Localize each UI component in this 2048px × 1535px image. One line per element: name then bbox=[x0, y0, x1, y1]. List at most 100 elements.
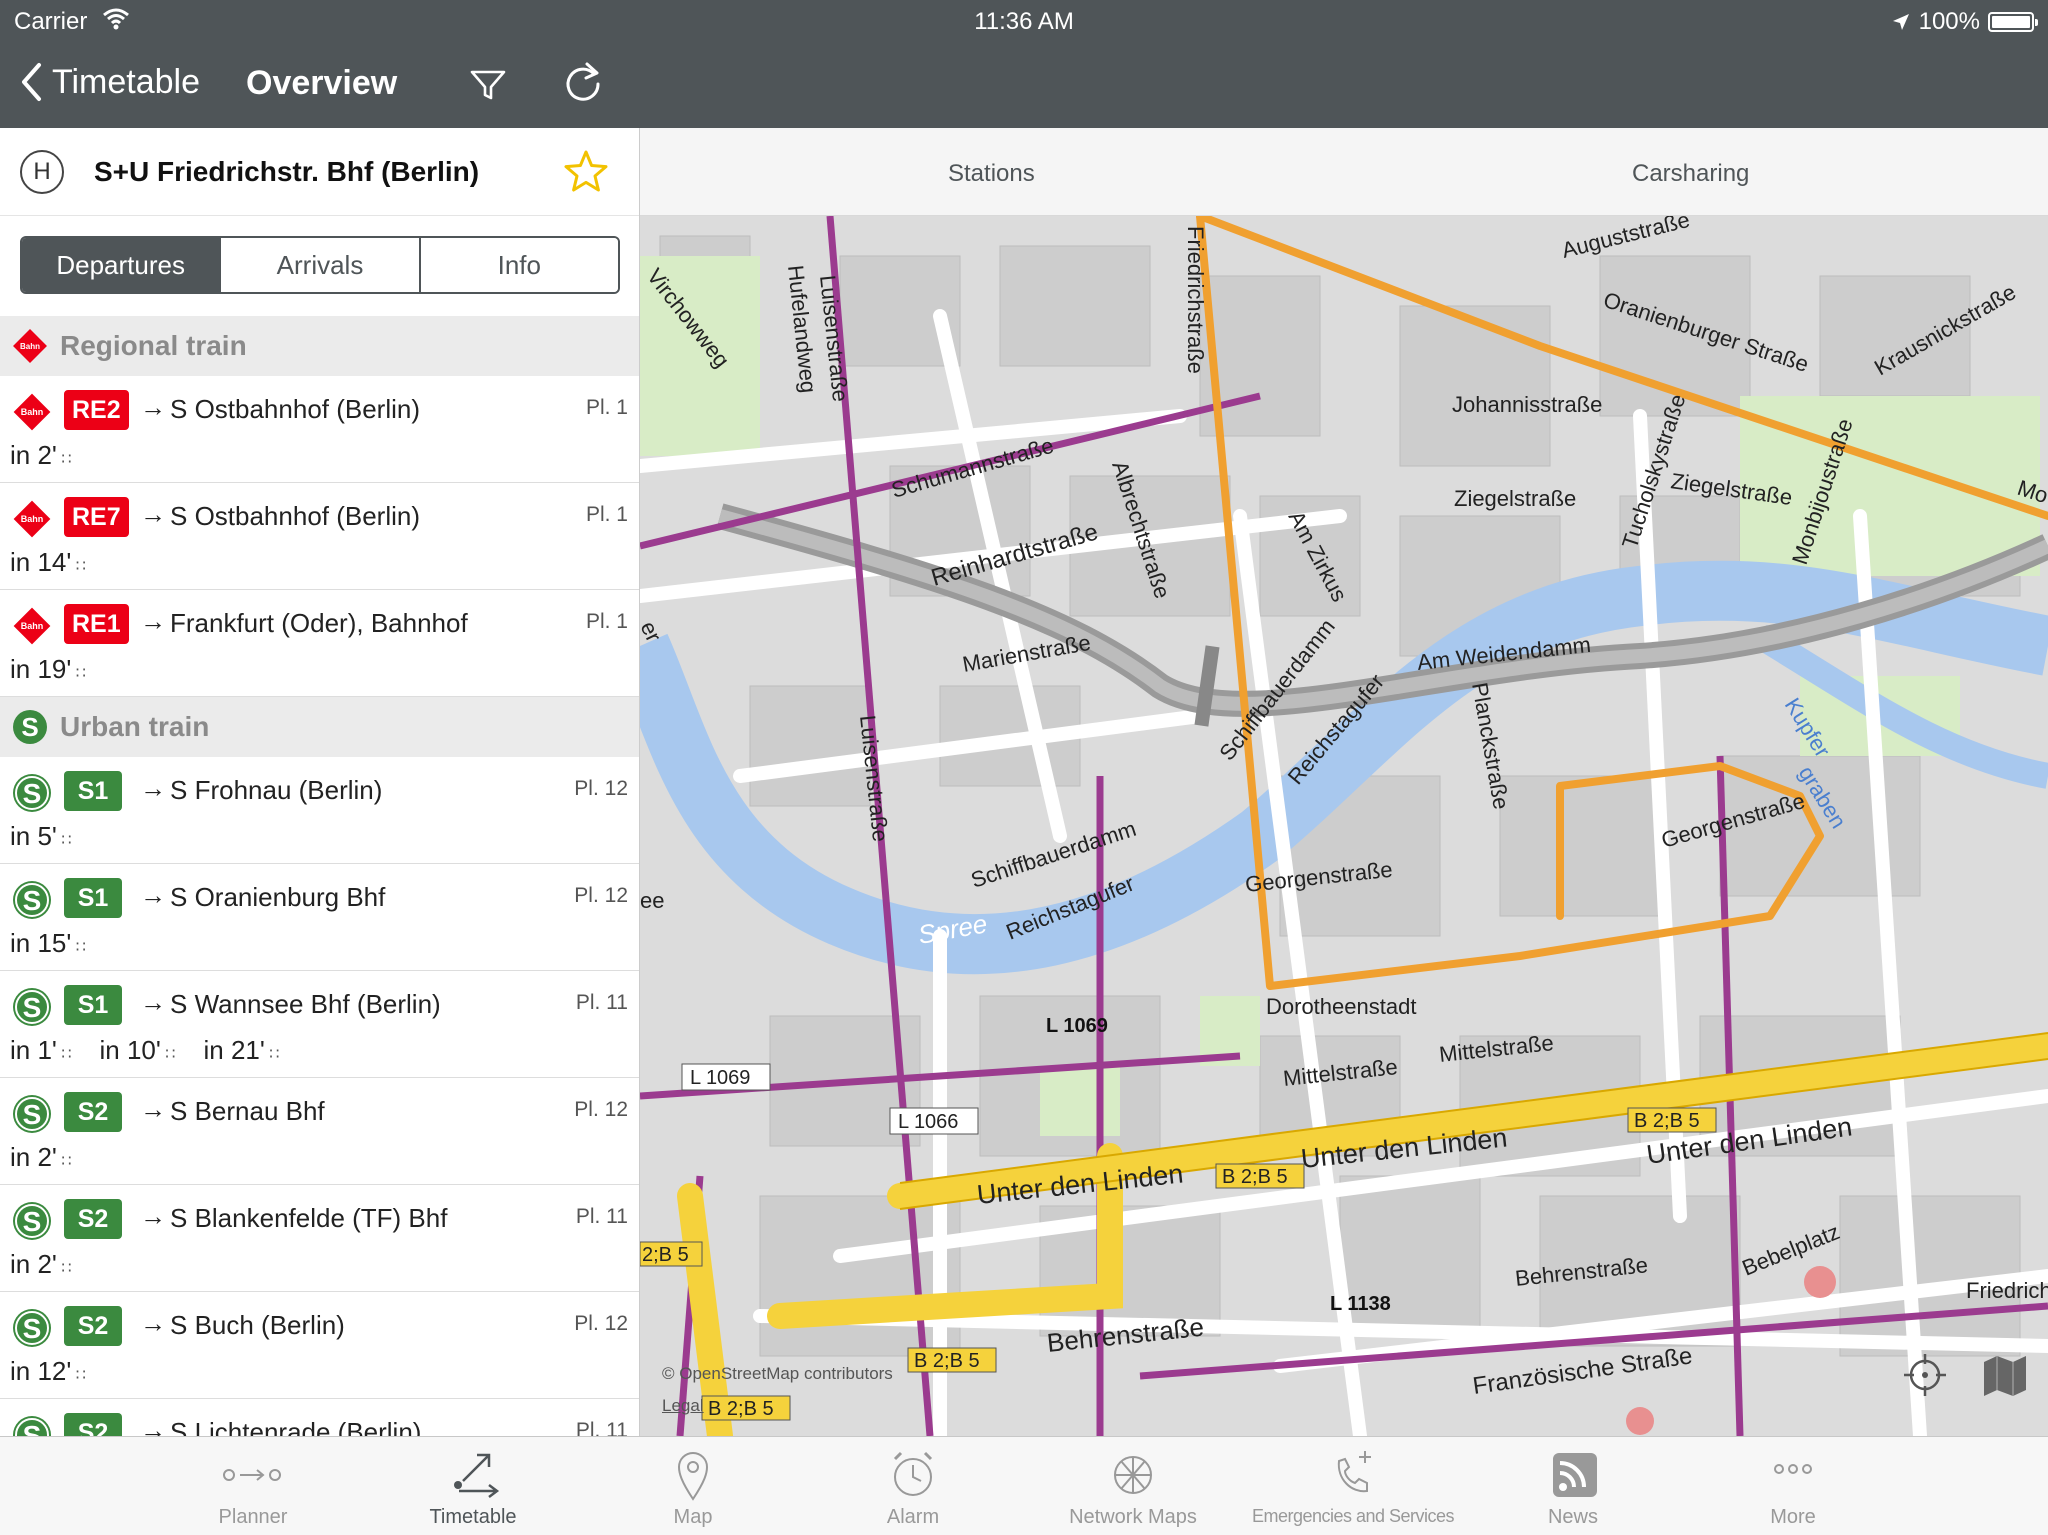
sbahn-logo-icon: S bbox=[13, 1202, 51, 1240]
tab-alarm[interactable]: Alarm bbox=[803, 1437, 1023, 1535]
db-logo-icon: Bahn bbox=[13, 500, 51, 538]
tab-more[interactable]: More bbox=[1683, 1437, 1903, 1535]
tab-news[interactable]: News bbox=[1463, 1437, 1683, 1535]
line-badge: RE1 bbox=[64, 604, 129, 644]
tab-label: Planner bbox=[218, 1506, 288, 1528]
departure-row[interactable]: Bahn RE2 → S Ostbahnhof (Berlin) Pl. 1 i… bbox=[0, 376, 639, 483]
svg-text:S: S bbox=[23, 1420, 42, 1436]
tab-emergencies[interactable]: Emergencies and Services bbox=[1243, 1437, 1463, 1535]
departure-row[interactable]: S S1 → S Oranienburg Bhf Pl. 12 in 15' bbox=[0, 864, 639, 971]
timetable-panel: H S+U Friedrichstr. Bhf (Berlin) Departu… bbox=[0, 128, 640, 1436]
destination: S Wannsee Bhf (Berlin) bbox=[170, 989, 441, 1019]
tab-label: Alarm bbox=[886, 1506, 940, 1528]
line-badge: RE7 bbox=[64, 497, 129, 537]
arrow-right-icon: → bbox=[140, 1415, 166, 1436]
line-badge: S2 bbox=[64, 1306, 122, 1346]
svg-text:S: S bbox=[23, 778, 42, 809]
tab-planner[interactable]: Planner bbox=[143, 1437, 363, 1535]
platform: Pl. 1 bbox=[585, 396, 628, 419]
departure-time: in 2' bbox=[10, 1249, 72, 1280]
sbahn-logo-icon: S bbox=[13, 1095, 51, 1133]
platform: Pl. 12 bbox=[574, 1098, 628, 1121]
departure-list: Bahn Regional train Bahn RE2 → S Ostbahn… bbox=[0, 316, 639, 1436]
segment-arrivals[interactable]: Arrivals bbox=[221, 238, 421, 292]
platform: Pl. 12 bbox=[574, 884, 628, 907]
tab-stations[interactable]: Stations bbox=[948, 160, 1035, 188]
departure-row[interactable]: S S2 → S Buch (Berlin) Pl. 12 in 12' bbox=[0, 1292, 639, 1399]
map-label: Johannisstraße bbox=[1452, 392, 1602, 417]
legal-link[interactable]: Legal bbox=[662, 1396, 704, 1416]
segment-info[interactable]: Info bbox=[420, 238, 618, 292]
svg-text:Bahn: Bahn bbox=[21, 407, 44, 417]
map-layers-icon[interactable] bbox=[1980, 1352, 2030, 1398]
map-canvas: Friedrichstraße Auguststraße Oranienburg… bbox=[640, 216, 2048, 1436]
departure-time: in 12' bbox=[10, 1356, 86, 1387]
db-logo-icon: Bahn bbox=[13, 607, 51, 645]
departure-row[interactable]: S S2 → S Bernau Bhf Pl. 12 in 2' bbox=[0, 1078, 639, 1185]
section-header-regional: Bahn Regional train bbox=[0, 316, 639, 376]
battery-icon bbox=[1988, 12, 2038, 32]
sbahn-logo-icon: S bbox=[13, 774, 51, 812]
line-badge: S2 bbox=[64, 1413, 122, 1436]
departure-time: in 2' bbox=[10, 1142, 72, 1173]
section-title: Urban train bbox=[60, 711, 210, 742]
tab-timetable[interactable]: Timetable bbox=[363, 1437, 583, 1535]
departure-time: in 15' bbox=[10, 928, 86, 959]
sbahn-logo-icon: S bbox=[13, 1416, 51, 1436]
departure-row[interactable]: Bahn RE7 → S Ostbahnhof (Berlin) Pl. 1 i… bbox=[0, 483, 639, 590]
platform: Pl. 12 bbox=[574, 1312, 628, 1335]
tab-network-maps[interactable]: Network Maps bbox=[1023, 1437, 1243, 1535]
tab-map[interactable]: Map bbox=[583, 1437, 803, 1535]
favorite-star-icon[interactable] bbox=[562, 148, 610, 196]
tab-carsharing[interactable]: Carsharing bbox=[1632, 160, 1749, 188]
platform: Pl. 1 bbox=[585, 610, 628, 633]
map-label: ee bbox=[640, 888, 664, 913]
destination: S Lichtenrade (Berlin) bbox=[170, 1417, 422, 1436]
svg-text:S: S bbox=[23, 992, 42, 1023]
destination: S Frohnau (Berlin) bbox=[170, 775, 383, 805]
nav-bar: Timetable Overview bbox=[0, 42, 2048, 128]
section-header-urban: S Urban train bbox=[0, 697, 639, 757]
destination: S Buch (Berlin) bbox=[170, 1310, 345, 1340]
road-shield: L 1069 bbox=[1046, 1015, 1108, 1037]
arrow-right-icon: → bbox=[140, 1094, 166, 1124]
departure-row[interactable]: S S1 → S Frohnau (Berlin) Pl. 12 in 5' bbox=[0, 757, 639, 864]
phone-plus-icon bbox=[1337, 1451, 1371, 1493]
svg-text:S: S bbox=[23, 1206, 42, 1237]
arrow-right-icon: → bbox=[140, 392, 166, 422]
alarm-clock-icon bbox=[893, 1451, 933, 1496]
map-label: Dorotheenstadt bbox=[1266, 994, 1416, 1019]
sbahn-logo-icon: S bbox=[13, 988, 51, 1026]
arrow-right-icon: → bbox=[140, 1308, 166, 1338]
station-name: S+U Friedrichstr. Bhf (Berlin) bbox=[94, 156, 480, 187]
arrow-right-icon: → bbox=[140, 499, 166, 529]
tab-label: Network Maps bbox=[1069, 1506, 1197, 1528]
filter-icon[interactable] bbox=[466, 62, 510, 106]
map-pin-icon bbox=[677, 1452, 709, 1501]
platform: Pl. 12 bbox=[574, 777, 628, 800]
planner-icon bbox=[223, 1469, 281, 1481]
svg-text:Bahn: Bahn bbox=[21, 621, 44, 631]
departure-row[interactable]: S S2 → S Blankenfelde (TF) Bhf Pl. 11 in… bbox=[0, 1185, 639, 1292]
locate-me-icon[interactable] bbox=[1902, 1352, 1948, 1398]
refresh-icon[interactable] bbox=[560, 60, 606, 106]
road-shield: B 2;B 5 bbox=[914, 1350, 980, 1372]
departure-time: in 5' bbox=[10, 821, 72, 852]
rss-icon bbox=[1553, 1453, 1597, 1497]
departure-row[interactable]: S S1 → S Wannsee Bhf (Berlin) Pl. 11 in … bbox=[0, 971, 639, 1078]
departure-row[interactable]: S S2 → S Lichtenrade (Berlin) Pl. 11 bbox=[0, 1399, 639, 1436]
platform: Pl. 11 bbox=[575, 1205, 628, 1228]
destination: S Ostbahnhof (Berlin) bbox=[170, 394, 421, 424]
map-view[interactable]: Friedrichstraße Auguststraße Oranienburg… bbox=[640, 216, 2048, 1436]
road-shield: 2;B 5 bbox=[642, 1244, 689, 1266]
line-badge: RE2 bbox=[64, 390, 129, 430]
map-tabs: Stations Carsharing bbox=[640, 128, 2048, 216]
section-title: Regional train bbox=[60, 330, 247, 361]
line-badge: S2 bbox=[64, 1092, 122, 1132]
departure-row[interactable]: Bahn RE1 → Frankfurt (Oder), Bahnhof Pl.… bbox=[0, 590, 639, 697]
sbahn-logo-icon: S bbox=[13, 1309, 51, 1347]
back-button[interactable]: Timetable bbox=[20, 62, 200, 102]
arrow-right-icon: → bbox=[140, 880, 166, 910]
segment-departures[interactable]: Departures bbox=[22, 238, 222, 292]
db-logo-icon: Bahn bbox=[13, 329, 47, 363]
